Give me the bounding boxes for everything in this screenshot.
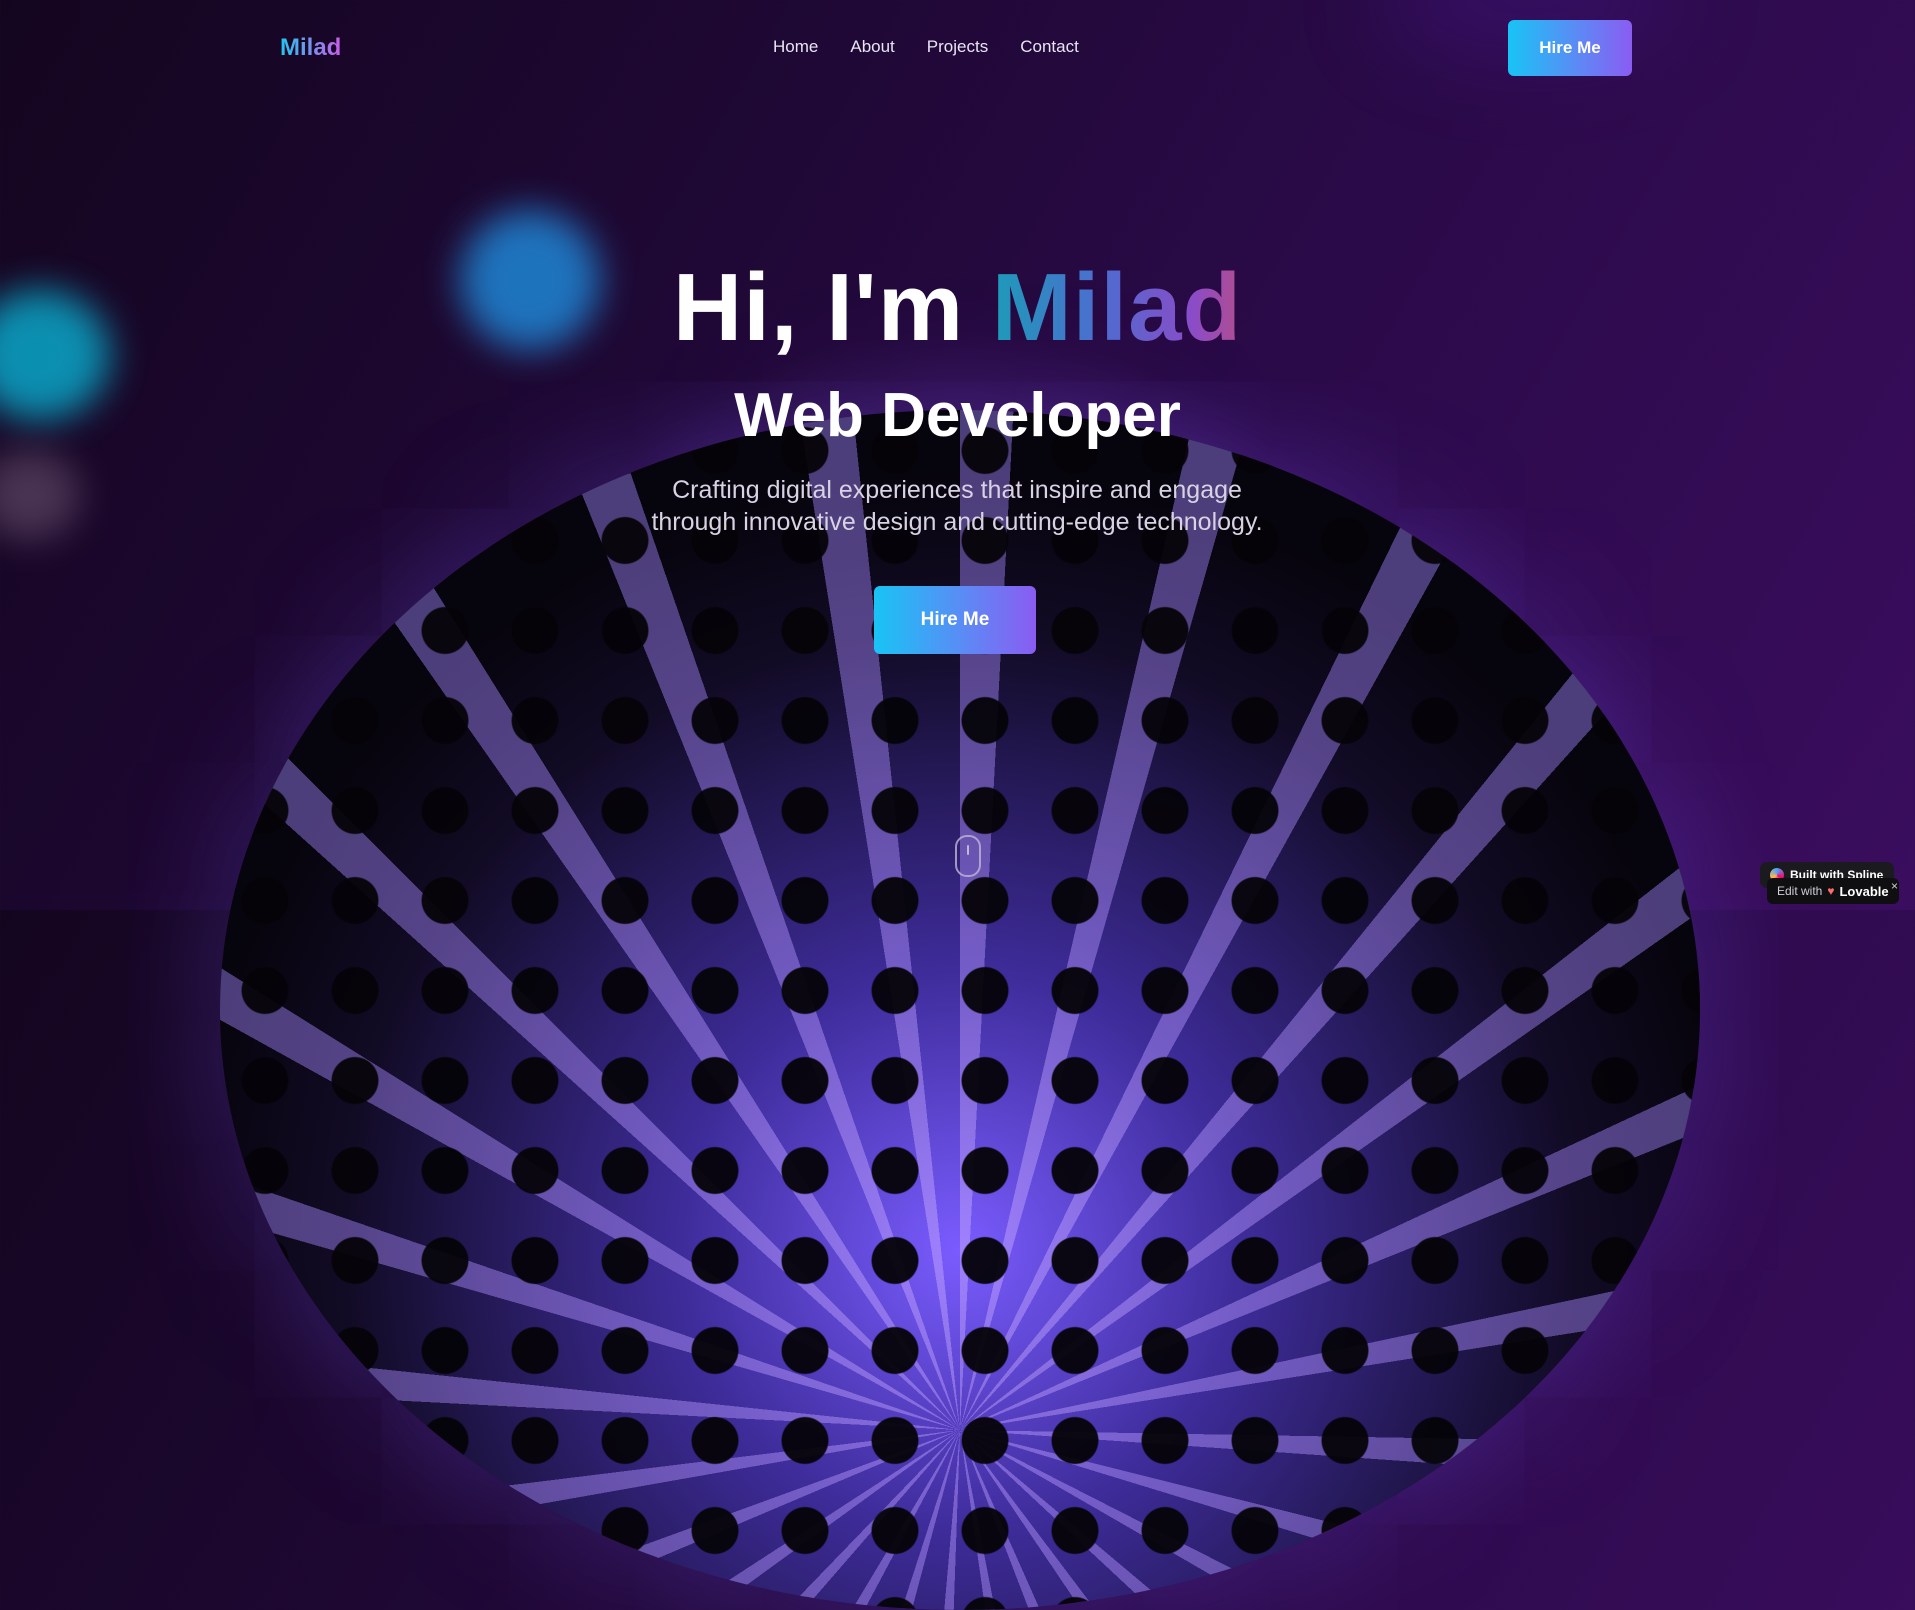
logo[interactable]: Milad — [280, 34, 341, 62]
mouse-wheel — [967, 845, 969, 855]
nav-link-projects[interactable]: Projects — [927, 37, 988, 57]
nav-links: Home About Projects Contact — [773, 37, 1079, 57]
lovable-prefix: Edit with — [1777, 884, 1823, 898]
lovable-brand: Lovable — [1839, 883, 1889, 899]
navbar: Milad Home About Projects Contact Hire M… — [0, 0, 1915, 96]
nav-link-home[interactable]: Home — [773, 37, 818, 57]
hero-description-line-1: Crafting digital experiences that inspir… — [672, 476, 1242, 504]
hero-description-line-2: through innovative design and cutting-ed… — [651, 508, 1263, 536]
mouse-scroll-icon[interactable] — [955, 835, 981, 877]
nav-link-contact[interactable]: Contact — [1020, 37, 1079, 57]
pink-orb — [0, 450, 80, 540]
heart-icon: ♥ — [1827, 884, 1835, 898]
hero-description: Crafting digital experiences that inspir… — [557, 474, 1357, 538]
lovable-badge[interactable]: Edit with ♥ Lovable — [1767, 878, 1899, 904]
hero-role: Web Developer — [734, 381, 1181, 450]
hire-me-hero-button[interactable]: Hire Me — [874, 586, 1036, 654]
close-icon[interactable]: × — [1891, 879, 1898, 893]
nav-link-about[interactable]: About — [850, 37, 894, 57]
hero-title: Hi, I'm Milad — [0, 255, 1915, 361]
hero-greeting: Hi, I'm — [672, 254, 965, 361]
hero-name: Milad — [991, 254, 1243, 361]
hire-me-nav-button[interactable]: Hire Me — [1508, 20, 1632, 76]
